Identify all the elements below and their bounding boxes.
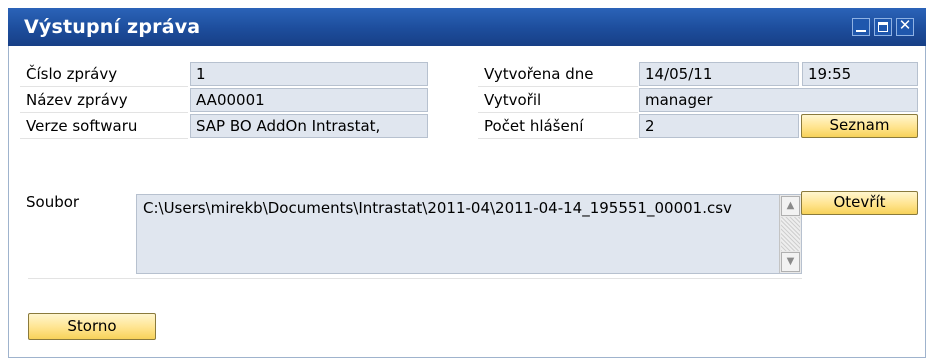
report-count-field[interactable]: 2	[639, 114, 799, 138]
software-version-label: Verze softwaru	[20, 113, 188, 139]
close-icon: ✕	[898, 16, 912, 34]
created-by-label: Vytvořil	[478, 87, 638, 113]
minimize-icon	[856, 30, 866, 32]
created-by-field[interactable]: manager	[639, 88, 918, 112]
title-bar[interactable]: Výstupní zpráva ✕	[8, 8, 926, 46]
file-label: Soubor	[26, 193, 80, 211]
software-version-field[interactable]: SAP BO AddOn Intrastat,	[190, 114, 428, 138]
maximize-icon	[878, 22, 888, 32]
report-count-label: Počet hlášení	[478, 113, 638, 139]
file-path-text: C:\Users\mirekb\Documents\Intrastat\2011…	[143, 199, 732, 217]
vertical-scrollbar[interactable]: ▲ ▼	[779, 195, 801, 273]
scroll-up-icon[interactable]: ▲	[781, 196, 800, 216]
message-number-label: Číslo zprávy	[20, 61, 188, 87]
maximize-button[interactable]	[874, 18, 892, 36]
message-name-field[interactable]: AA00001	[190, 88, 428, 112]
created-date-label: Vytvořena dne	[478, 61, 638, 87]
message-name-label: Název zprávy	[20, 87, 188, 113]
close-button[interactable]: ✕	[896, 16, 914, 36]
scroll-down-icon[interactable]: ▼	[781, 252, 800, 272]
created-date-field[interactable]: 14/05/11	[639, 62, 799, 86]
message-number-field[interactable]: 1	[190, 62, 428, 86]
file-path-textarea[interactable]: C:\Users\mirekb\Documents\Intrastat\2011…	[136, 194, 802, 274]
list-button[interactable]: Seznam	[801, 114, 918, 138]
open-button[interactable]: Otevřít	[801, 191, 918, 215]
dialog-window: Výstupní zpráva ✕ Číslo zprávy 1 Název z…	[8, 8, 926, 358]
scrollbar-track[interactable]	[781, 217, 800, 251]
created-time-field[interactable]: 19:55	[802, 62, 918, 86]
divider	[28, 278, 802, 279]
window-title: Výstupní zpráva	[24, 16, 201, 38]
cancel-button[interactable]: Storno	[28, 313, 156, 340]
minimize-button[interactable]	[852, 18, 870, 36]
